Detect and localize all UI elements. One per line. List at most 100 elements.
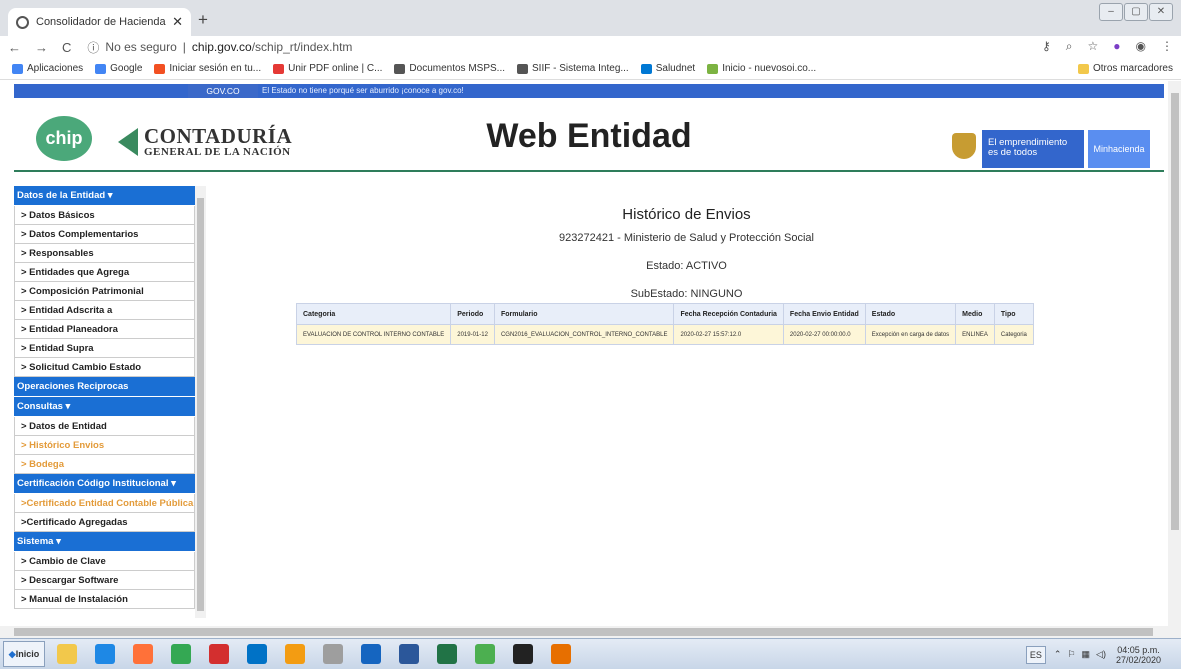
govco-brand: GOV.CO <box>206 86 240 96</box>
taskbar-app[interactable] <box>393 641 425 667</box>
sidebar-item[interactable]: > Descargar Software <box>14 571 195 590</box>
sidebar-scroll-thumb[interactable] <box>197 198 204 611</box>
extension-icon[interactable]: ● <box>1113 39 1120 54</box>
zoom-icon[interactable]: ⌕ <box>1066 39 1073 54</box>
sidebar-item[interactable]: >Certificado Entidad Contable Pública <box>14 494 195 513</box>
profile-icon[interactable]: ◉ <box>1136 39 1146 54</box>
url-field[interactable]: ⓘ No es seguro | chip.gov.co/schip_rt/in… <box>87 39 352 56</box>
bookmark-item[interactable]: Inicio - nuevosoi.co... <box>707 63 816 74</box>
leaf-icon <box>707 63 719 74</box>
sidebar-item[interactable]: > Bodega <box>14 455 195 474</box>
sidebar-section[interactable]: Operaciones Reciprocas <box>14 377 195 397</box>
start-button[interactable]: ◆Inicio <box>3 641 45 667</box>
key-icon[interactable]: ⚷ <box>1042 39 1051 54</box>
taskbar-app[interactable] <box>241 641 273 667</box>
sidebar-item[interactable]: > Datos de Entidad <box>14 417 195 436</box>
window-controls: – ▢ ✕ <box>1099 3 1173 21</box>
star-icon[interactable]: ☆ <box>1088 39 1099 54</box>
page-vscroll-thumb[interactable] <box>1171 93 1179 530</box>
taskbar-app[interactable] <box>127 641 159 667</box>
bookmark-item[interactable]: Documentos MSPS... <box>394 63 505 74</box>
sidebar-section[interactable]: Certificación Código Institucional ▾ <box>14 474 195 494</box>
taskbar-app[interactable] <box>203 641 235 667</box>
minimize-button[interactable]: – <box>1099 3 1123 21</box>
coat-of-arms-icon <box>952 133 976 159</box>
sidebar-item[interactable]: > Histórico Envios <box>14 436 195 455</box>
flag-icon[interactable]: ⚐ <box>1067 649 1075 660</box>
language-indicator[interactable]: ES <box>1025 645 1046 664</box>
taskbar-app[interactable] <box>507 641 539 667</box>
column-header[interactable]: Formulario <box>493 303 675 325</box>
chip-logo[interactable]: chip <box>36 116 92 161</box>
clock[interactable]: 04:05 p.m. 27/02/2020 <box>1116 645 1161 665</box>
taskbar-app[interactable] <box>355 641 387 667</box>
info-icon[interactable]: ⓘ <box>87 39 99 56</box>
sidebar-item[interactable]: > Cambio de Clave <box>14 552 195 571</box>
sidebar-item[interactable]: > Solicitud Cambio Estado <box>14 358 195 377</box>
close-tab-icon[interactable]: ✕ <box>172 14 183 30</box>
forward-button[interactable]: → <box>35 40 48 55</box>
sidebar-item[interactable]: > Entidad Adscrita a <box>14 301 195 320</box>
tray-arrow-icon[interactable]: ⌃ <box>1054 649 1062 660</box>
notepad-icon <box>475 644 495 664</box>
sidebar-item[interactable]: > Entidad Planeadora <box>14 320 195 339</box>
sidebar-item[interactable]: > Composición Patrimonial <box>14 282 195 301</box>
sidebar-item[interactable]: >Certificado Agregadas <box>14 513 195 532</box>
bookmark-item[interactable]: Google <box>95 63 142 74</box>
site-header: chip CONTADURÍA GENERAL DE LA NACIÓN Web… <box>14 100 1164 172</box>
column-header[interactable]: Categoria <box>295 303 452 325</box>
govco-logo[interactable]: GOV.CO <box>188 84 258 98</box>
bookmark-item[interactable]: Saludnet <box>640 63 695 74</box>
google-icon <box>95 63 107 74</box>
new-tab-button[interactable]: + <box>198 10 208 30</box>
column-header[interactable]: Fecha Envio Entidad <box>782 303 866 325</box>
column-header[interactable]: Fecha Recepción Contaduria <box>673 303 784 325</box>
taskbar-app[interactable] <box>89 641 121 667</box>
minhacienda-banner[interactable]: Minhacienda <box>1088 130 1150 168</box>
sidebar-item[interactable]: > Datos Complementarios <box>14 225 195 244</box>
sidebar-item[interactable]: > Entidades que Agrega <box>14 263 195 282</box>
page-hscroll-thumb[interactable] <box>14 628 1153 636</box>
column-header[interactable]: Periodo <box>450 303 495 325</box>
reload-button[interactable]: C <box>62 40 71 55</box>
volume-icon[interactable]: ◁) <box>1096 649 1106 660</box>
bookmark-item[interactable]: SIIF - Sistema Integ... <box>517 63 629 74</box>
other-bookmarks[interactable]: Otros marcadores <box>1077 63 1173 74</box>
back-button[interactable]: ← <box>8 40 21 55</box>
network-icon[interactable]: ▦ <box>1082 649 1091 660</box>
taskbar-app[interactable] <box>279 641 311 667</box>
cgn-logo[interactable]: CONTADURÍA GENERAL DE LA NACIÓN <box>118 126 292 158</box>
sidebar-section[interactable]: Sistema ▾ <box>14 532 195 552</box>
menu-icon[interactable]: ⋮ <box>1161 39 1173 54</box>
column-header[interactable]: Tipo <box>993 303 1034 325</box>
taskbar-app[interactable] <box>545 641 577 667</box>
sidebar-scrollbar[interactable] <box>195 186 206 618</box>
column-header[interactable]: Estado <box>864 303 957 325</box>
taskbar-app[interactable] <box>165 641 197 667</box>
sidebar-item[interactable]: > Datos Básicos <box>14 206 195 225</box>
bookmark-item[interactable]: Aplicaciones <box>12 63 83 74</box>
table-row[interactable]: EVALUACION DE CONTROL INTERNO CONTABLE 20… <box>295 324 1034 345</box>
sidebar-item[interactable]: > Entidad Supra <box>14 339 195 358</box>
bookmark-item[interactable]: Unir PDF online | C... <box>273 63 382 74</box>
restore-button[interactable]: ▢ <box>1124 3 1148 21</box>
browser-tab[interactable]: Consolidador de Hacienda e Info ✕ <box>8 8 191 36</box>
gov-message[interactable]: El Estado no tiene porqué ser aburrido ¡… <box>262 84 464 98</box>
apps-icon <box>12 63 23 74</box>
sidebar-section[interactable]: Consultas ▾ <box>14 397 195 417</box>
cmd-icon <box>513 644 533 664</box>
taskbar-app[interactable] <box>51 641 83 667</box>
close-window-button[interactable]: ✕ <box>1149 3 1173 21</box>
sidebar-section[interactable]: Datos de la Entidad ▾ <box>14 186 195 206</box>
taskbar-app[interactable] <box>469 641 501 667</box>
page-horizontal-scrollbar[interactable] <box>0 626 1181 638</box>
emprendimiento-banner[interactable]: El emprendimiento es de todos <box>982 130 1084 168</box>
page-vertical-scrollbar[interactable] <box>1168 81 1181 626</box>
bookmark-item[interactable]: Iniciar sesión en tu... <box>154 63 261 74</box>
column-header[interactable]: Medio <box>955 303 995 325</box>
excel-icon <box>437 644 457 664</box>
taskbar-app[interactable] <box>431 641 463 667</box>
sidebar-item[interactable]: > Manual de Instalación <box>14 590 195 609</box>
taskbar-app[interactable] <box>317 641 349 667</box>
sidebar-item[interactable]: > Responsables <box>14 244 195 263</box>
